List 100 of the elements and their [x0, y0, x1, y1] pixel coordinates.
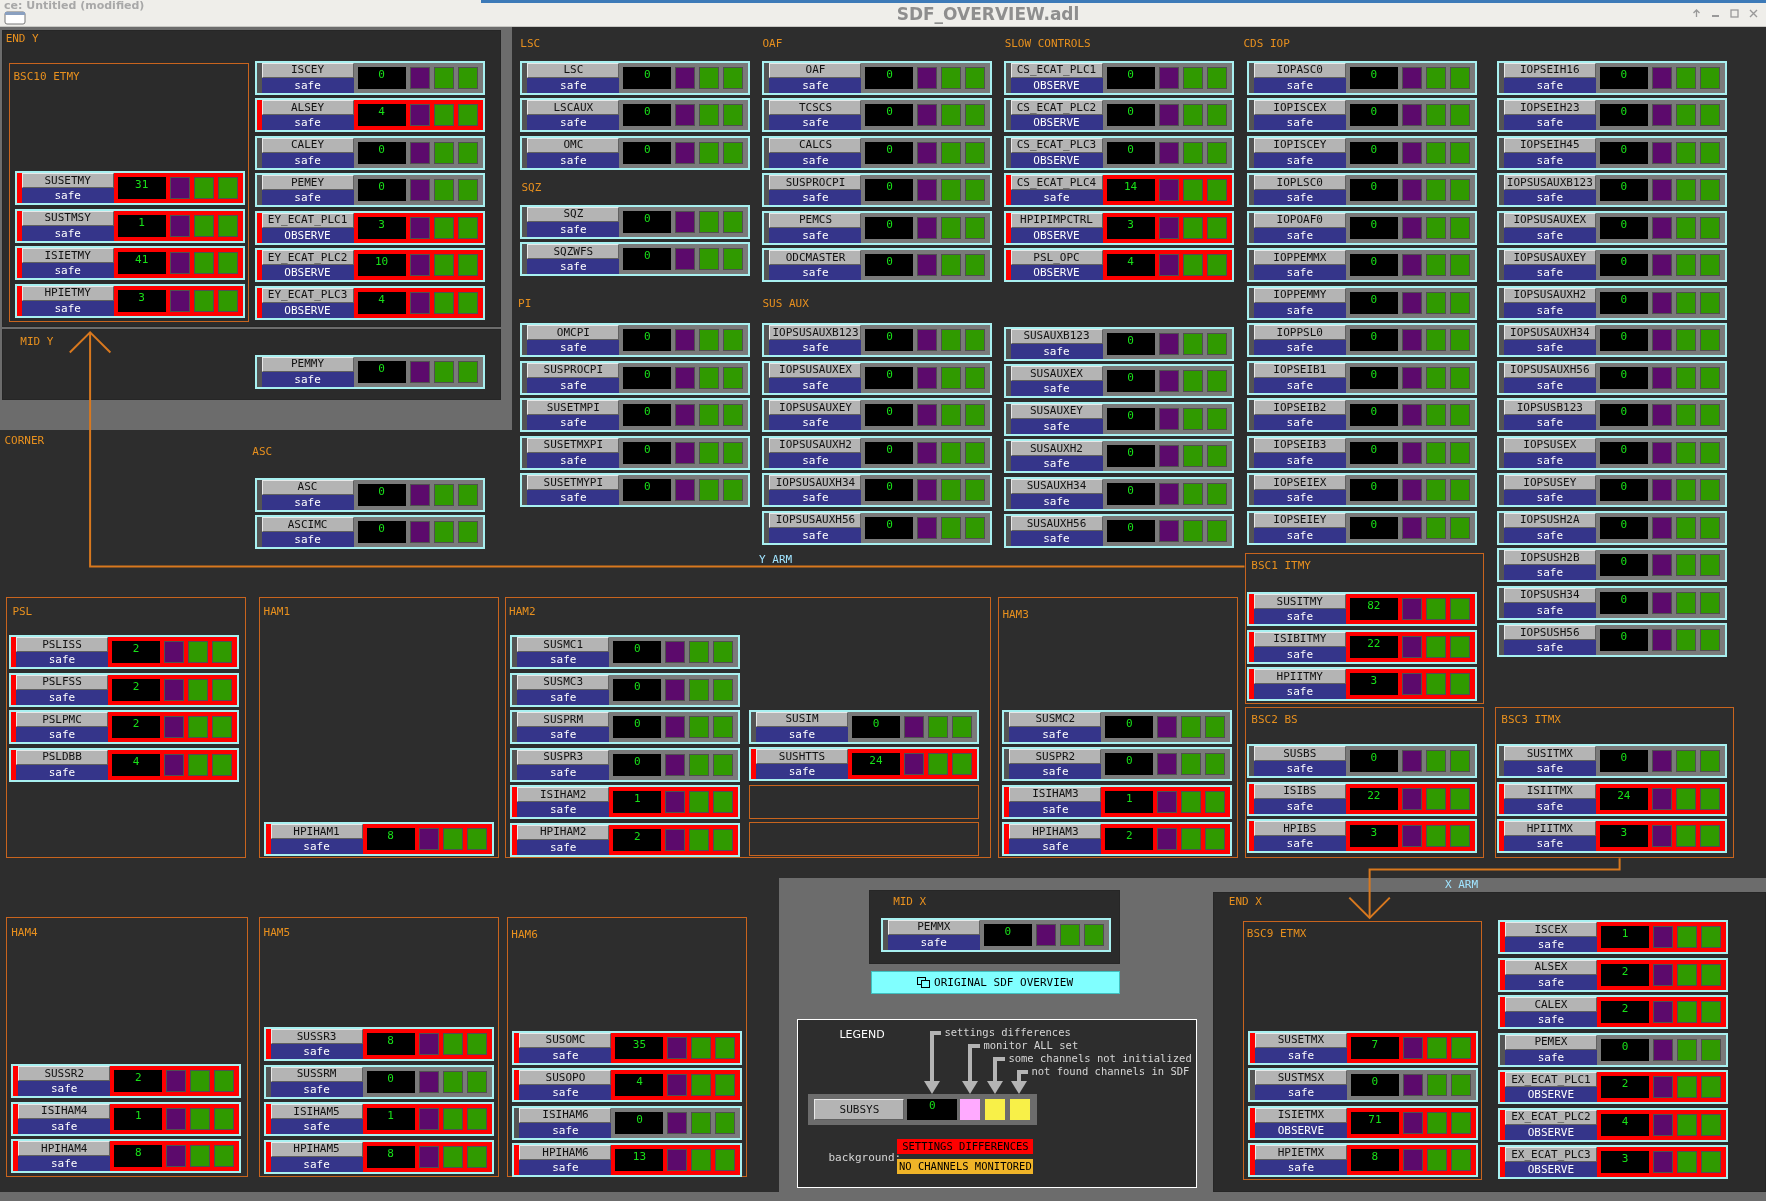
subsystem-button[interactable]: OMC [527, 137, 620, 153]
subsystem-button[interactable]: SUSITMY [1253, 594, 1346, 610]
subsystem-button[interactable]: IOPSUSAUXH2 [769, 437, 862, 453]
subsystem-button[interactable]: SUSPR2 [1009, 749, 1102, 765]
subsystem-button[interactable]: IOPSUSH2A [1503, 512, 1596, 528]
subsystem-button[interactable]: IOPSUSAUXH34 [769, 475, 862, 491]
subsystem-button[interactable]: OAF [769, 62, 862, 78]
subsystem-button[interactable]: IOPOAF0 [1253, 212, 1346, 228]
subsystem-button[interactable]: HPIHAM4 [18, 1141, 111, 1157]
subsystem-button[interactable]: SUSETMYPI [527, 475, 620, 491]
subsystem-button[interactable]: IOPSUSAUXEX [769, 362, 862, 378]
subsystem-button[interactable]: IOPSUSAUXH34 [1503, 325, 1596, 341]
subsystem-button[interactable]: CALEY [261, 137, 354, 153]
subsystem-button[interactable]: IOPSUSAUXH2 [1503, 287, 1596, 303]
subsystem-button[interactable]: IOPPEMMX [1253, 250, 1346, 266]
subsystem-button[interactable]: ISCEY [261, 62, 354, 78]
subsystem-button[interactable]: CS_ECAT_PLC2 [1010, 100, 1103, 116]
subsystem-button[interactable]: TCSCS [769, 100, 862, 116]
subsystem-button[interactable]: EY_ECAT_PLC1 [261, 212, 354, 228]
subsystem-button[interactable]: IOPSUSEY [1503, 475, 1596, 491]
subsystem-button[interactable]: CALEX [1504, 997, 1597, 1013]
subsystem-button[interactable]: IOPISCEY [1253, 137, 1346, 153]
subsystem-button[interactable]: ASC [261, 479, 354, 495]
subsystem-button[interactable]: HPIBS [1253, 821, 1346, 837]
subsystem-button[interactable]: SUSAUXH34 [1010, 478, 1103, 494]
subsystem-button[interactable]: SQZ [527, 206, 620, 222]
subsystem-button[interactable]: PEMCS [769, 212, 862, 228]
subsystem-button[interactable]: IOPSUSAUXB123 [769, 325, 862, 341]
subsystem-button[interactable]: HPIPIMPCTRL [1010, 212, 1103, 228]
subsystem-button[interactable]: ISIBITMY [1253, 631, 1346, 647]
subsystem-button[interactable]: ALSEX [1504, 959, 1597, 975]
subsystem-button[interactable]: SUSAUXEX [1010, 366, 1103, 382]
subsystem-button[interactable]: PSLFSS [16, 674, 108, 690]
subsystem-button[interactable]: ISIITMX [1503, 783, 1596, 799]
subsystem-button[interactable]: IOPSEIH16 [1503, 62, 1596, 78]
subsystem-button[interactable]: SUSIM [755, 711, 848, 727]
subsystem-button[interactable]: SUSMC3 [517, 674, 610, 690]
subsystem-button[interactable]: IOPSUSAUXEX [1503, 212, 1596, 228]
subsystem-button[interactable]: ODCMASTER [769, 250, 862, 266]
subsystem-button[interactable]: IOPSEIH23 [1503, 100, 1596, 116]
subsystem-button[interactable]: IOPSUSAUXH56 [769, 512, 862, 528]
subsystem-button[interactable]: HPIHAM3 [1009, 824, 1102, 840]
subsystem-button[interactable]: PSLDBB [16, 749, 108, 765]
subsystem-button[interactable]: IOPSUSAUXEY [1503, 250, 1596, 266]
subsystem-button[interactable]: ISIHAM6 [519, 1107, 612, 1123]
subsystem-button[interactable]: ISIBS [1253, 783, 1346, 799]
close-icon[interactable] [1749, 8, 1758, 18]
subsystem-button[interactable]: IOPISCEX [1253, 100, 1346, 116]
subsystem-button[interactable]: SUSMC2 [1009, 711, 1102, 727]
subsystem-button[interactable]: LSCAUX [527, 100, 620, 116]
subsystem-button[interactable]: ALSEY [261, 100, 354, 116]
subsystem-button[interactable]: SUSAUXH56 [1010, 516, 1103, 532]
subsystem-button[interactable]: PSL_OPC [1010, 250, 1103, 266]
subsystem-button[interactable]: IOPSUSAUXEY [769, 400, 862, 416]
subsystem-button[interactable]: IOPSUSB123 [1503, 400, 1596, 416]
subsystem-button[interactable]: IOPSUSH56 [1503, 625, 1596, 641]
subsystem-button[interactable]: SUSETMX [1254, 1032, 1347, 1048]
subsystem-button[interactable]: SUSAUXH2 [1010, 441, 1103, 457]
subsystem-button[interactable]: PEMEY [261, 175, 354, 191]
subsystem-button[interactable]: HPIHAM1 [270, 824, 363, 840]
subsystem-button[interactable]: ISIETMX [1254, 1107, 1347, 1123]
subsystem-button[interactable]: SUSOMC [519, 1032, 612, 1048]
subsystem-button[interactable]: CALCS [769, 137, 862, 153]
subsystem-button[interactable]: EY_ECAT_PLC3 [261, 287, 354, 303]
subsystem-button[interactable]: HPIITMX [1503, 821, 1596, 837]
subsystem-button[interactable]: ISCEX [1504, 922, 1597, 938]
subsystem-button[interactable]: HPIHAM6 [519, 1145, 612, 1161]
subsystem-button[interactable]: EY_ECAT_PLC2 [261, 250, 354, 266]
subsystem-button[interactable]: ISIHAM5 [270, 1104, 363, 1120]
subsystem-button[interactable]: IOPPEMMY [1253, 287, 1346, 303]
subsystem-button[interactable]: SUSOPO [519, 1070, 612, 1086]
subsystem-button[interactable]: ASCIMC [261, 517, 354, 533]
subsystem-button[interactable]: CS_ECAT_PLC1 [1010, 62, 1103, 78]
subsystem-button[interactable]: EX_ECAT_PLC3 [1504, 1147, 1597, 1163]
subsystem-button[interactable]: HPIITMY [1253, 669, 1346, 685]
subsystem-button[interactable]: IOPSEIH45 [1503, 137, 1596, 153]
subsystem-button[interactable]: EX_ECAT_PLC2 [1504, 1109, 1597, 1125]
subsystem-button[interactable]: IOPSUSH2B [1503, 550, 1596, 566]
subsystem-button[interactable]: IOPSEIEY [1253, 512, 1346, 528]
subsystem-button[interactable]: HPIETMX [1254, 1145, 1347, 1161]
subsystem-button[interactable]: PEMMX [887, 919, 980, 935]
subsystem-button[interactable]: ISIHAM3 [1009, 786, 1102, 802]
subsystem-button[interactable]: HPIHAM2 [517, 824, 610, 840]
maximize-icon[interactable] [1730, 8, 1739, 18]
subsystem-button[interactable]: IOPSUSH34 [1503, 587, 1596, 603]
subsystem-button[interactable]: CS_ECAT_PLC3 [1010, 137, 1103, 153]
subsystem-button[interactable]: ISIETMY [21, 248, 114, 264]
subsystem-button[interactable]: HPIHAM5 [270, 1141, 363, 1157]
subsystem-button[interactable]: ISIHAM2 [517, 787, 610, 803]
subsystem-button[interactable]: SUSPR3 [517, 749, 610, 765]
subsystem-button[interactable]: SUSTMSY [21, 210, 114, 226]
subsystem-button[interactable]: PSLPMC [16, 712, 108, 728]
subsystem-button[interactable]: IOPSEIB1 [1253, 362, 1346, 378]
subsystem-button[interactable]: SUSETMY [21, 173, 114, 189]
subsystem-button[interactable]: IOPSUSAUXH56 [1503, 362, 1596, 378]
subsystem-button[interactable]: SUSPRM [517, 712, 610, 728]
subsystem-button[interactable]: IOPSUSEX [1503, 437, 1596, 453]
subsystem-button[interactable]: SUSHTTS [755, 749, 848, 765]
subsystem-button[interactable]: SUSITMX [1503, 746, 1596, 762]
subsystem-button[interactable]: SUSSRM [270, 1066, 363, 1082]
